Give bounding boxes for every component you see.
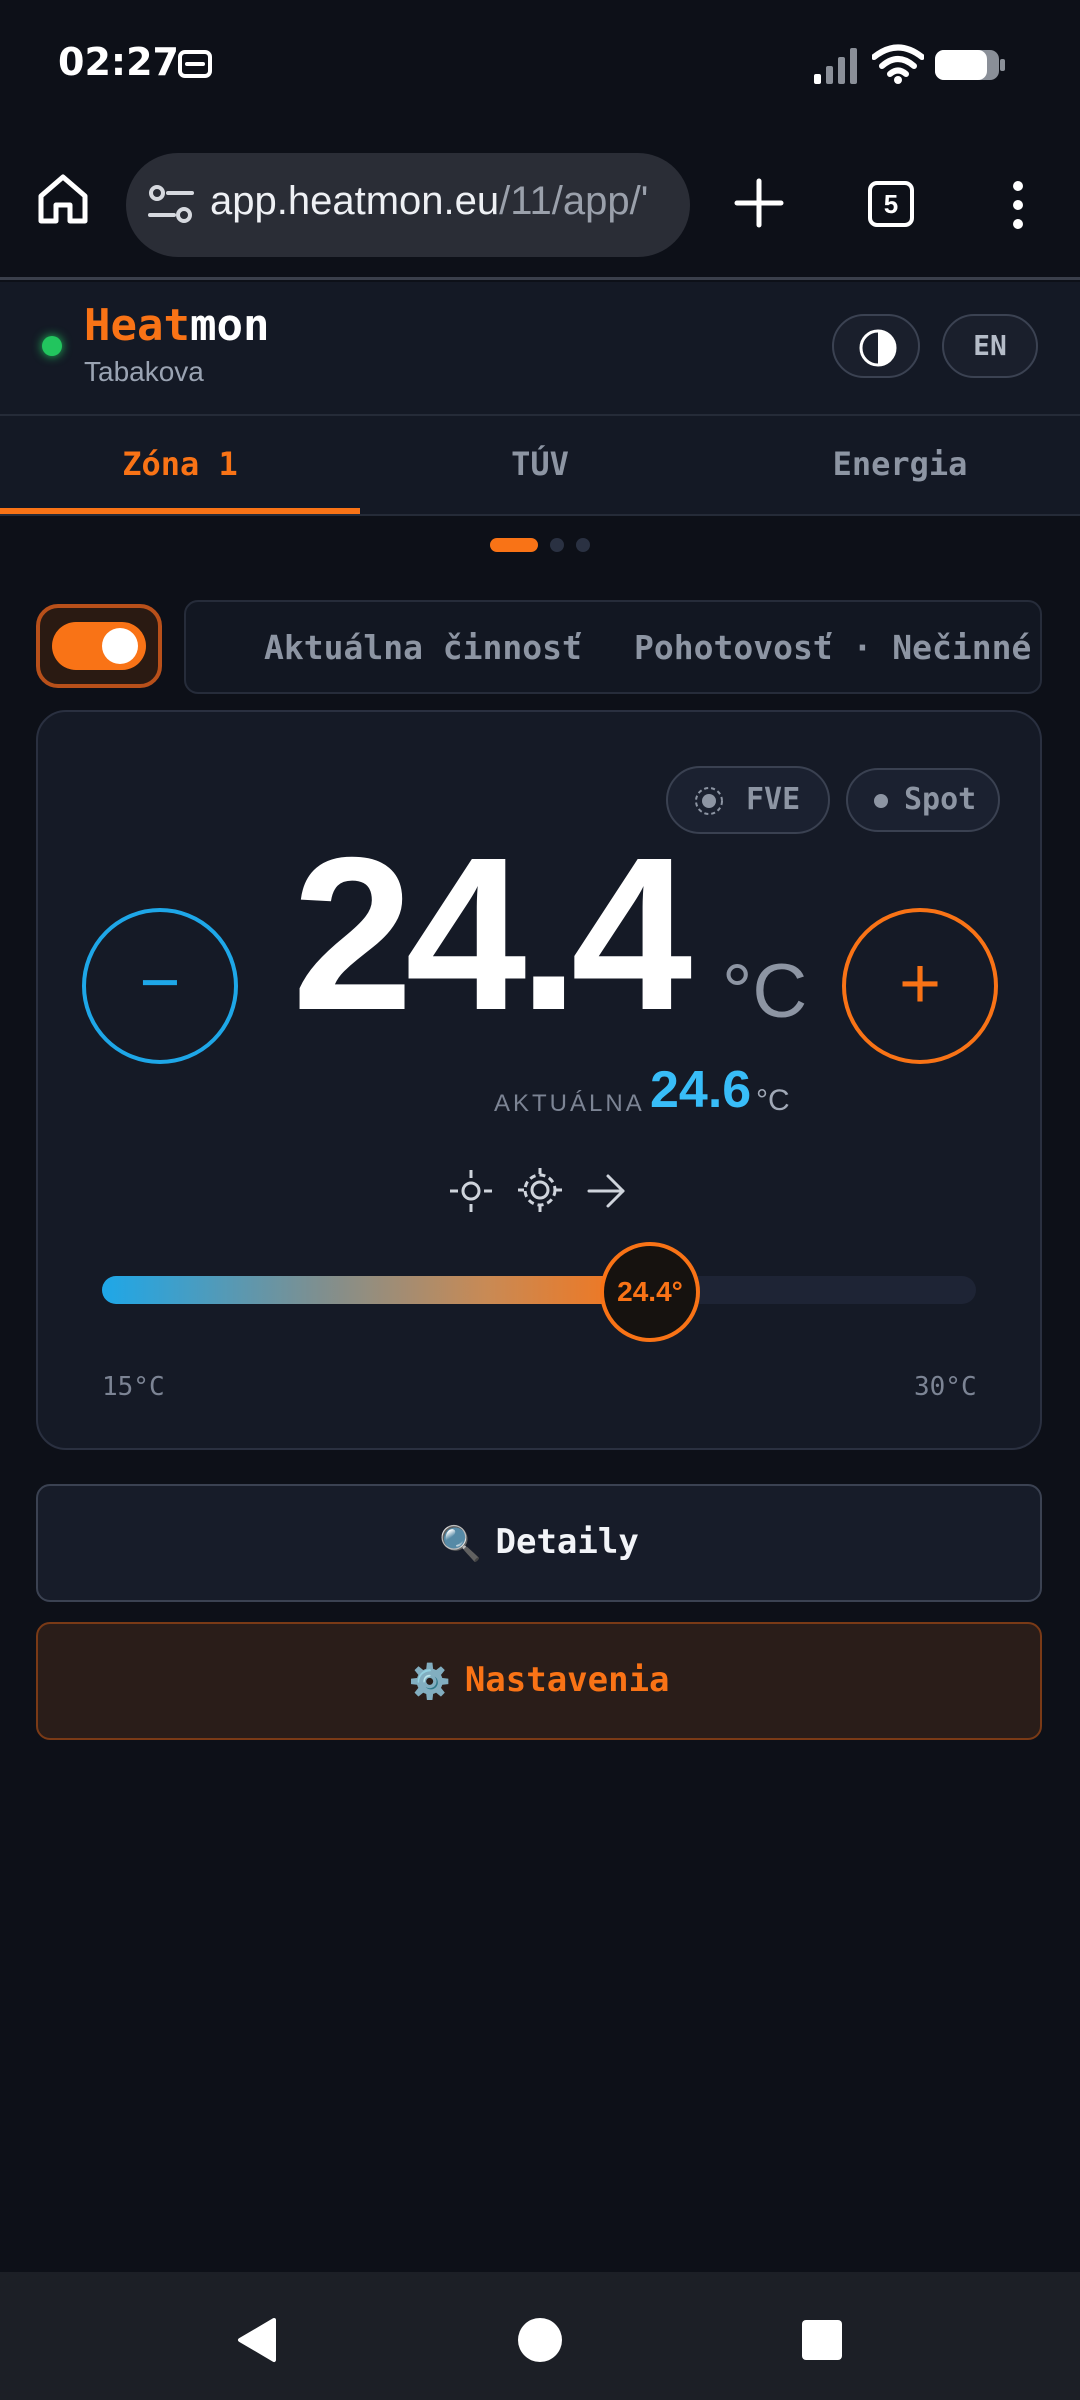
toggle-track: [52, 622, 146, 670]
activity-status-box: Aktuálna činnosť Pohotovosť · Nečinné: [184, 600, 1042, 694]
decrease-temp-button[interactable]: −: [82, 908, 238, 1064]
zone-power-toggle[interactable]: [36, 604, 162, 688]
wifi-icon: [872, 44, 924, 84]
slider-thumb[interactable]: 24.4°: [600, 1242, 700, 1342]
brand-heat: Heat: [84, 300, 190, 351]
url-bar[interactable]: app.heatmon.eu/11/app/': [126, 153, 690, 257]
kebab-menu-icon[interactable]: [1006, 180, 1030, 230]
tab-switcher-button[interactable]: 5: [868, 181, 914, 227]
plus-icon[interactable]: [734, 178, 784, 228]
battery-icon: [935, 50, 1005, 80]
spot-dot: [874, 794, 888, 808]
setpoint-temperature: 24.4: [292, 813, 692, 1056]
current-temp-label: AKTUÁLNA: [494, 1090, 645, 1117]
current-temp-value: 24.6: [650, 1061, 752, 1119]
url-host: app.heatmon.eu: [210, 179, 500, 223]
fve-label: FVE: [746, 782, 801, 817]
zone-tabs: Zóna 1 TÚV Energia: [0, 416, 1080, 516]
details-label: Detaily: [495, 1522, 639, 1562]
thermostat-card: FVE Spot − + 24.4 °C AKTUÁLNA 24.6 °C 24…: [36, 710, 1042, 1450]
tab-tuv[interactable]: TÚV: [360, 416, 720, 516]
slider-min-label: 15°C: [102, 1372, 165, 1402]
fve-chip[interactable]: FVE: [666, 766, 830, 834]
arrow-right-icon[interactable]: [586, 1170, 628, 1212]
url-path: /11/app/': [499, 179, 649, 223]
settings-button[interactable]: ⚙️ Nastavenia: [36, 1622, 1042, 1740]
brand-logo: Heatmon: [84, 300, 269, 351]
current-temp-unit: °C: [756, 1084, 790, 1117]
slider-max-label: 30°C: [914, 1372, 977, 1402]
activity-status: Pohotovosť · Nečinné: [634, 628, 1032, 667]
tab-zona-1[interactable]: Zóna 1: [0, 416, 360, 516]
cell-signal-icon: [814, 48, 857, 84]
online-status-dot: [42, 336, 62, 356]
wallet-icon: [178, 50, 212, 78]
page-dot: [576, 538, 590, 552]
sun-icon[interactable]: [448, 1168, 494, 1214]
back-icon[interactable]: [234, 2316, 278, 2364]
active-tab-indicator: [0, 508, 360, 514]
magnifier-icon: 🔍: [439, 1523, 482, 1564]
tab-energia[interactable]: Energia: [720, 416, 1080, 516]
home-icon[interactable]: [36, 172, 90, 226]
url-text[interactable]: app.heatmon.eu/11/app/': [210, 179, 648, 224]
theme-toggle-button[interactable]: [832, 314, 920, 378]
page-dot: [550, 538, 564, 552]
page-indicator: [490, 538, 590, 552]
recents-icon[interactable]: [802, 2320, 842, 2360]
gear-icon[interactable]: [516, 1166, 564, 1214]
site-name: Tabakova: [84, 356, 204, 387]
language-button[interactable]: EN: [942, 314, 1038, 378]
increase-temp-button[interactable]: +: [842, 908, 998, 1064]
spot-chip[interactable]: Spot: [846, 768, 1000, 832]
page-dot-active: [490, 538, 538, 552]
brand-mon: mon: [189, 300, 270, 351]
contrast-icon: [859, 329, 897, 367]
details-button[interactable]: 🔍 Detaily: [36, 1484, 1042, 1602]
system-nav-bar: [0, 2272, 1080, 2400]
status-time: 02:27: [58, 40, 179, 84]
settings-label: Nastavenia: [464, 1660, 670, 1700]
site-settings-icon[interactable]: [148, 183, 194, 227]
sun-icon: [695, 787, 723, 815]
slider-fill: [102, 1276, 650, 1304]
gear-icon: ⚙️: [408, 1661, 451, 1702]
temperature-slider[interactable]: [102, 1276, 976, 1304]
spot-label: Spot: [904, 782, 977, 817]
toggle-knob: [102, 628, 138, 664]
setpoint-unit: °C: [722, 949, 808, 1034]
home-circle-icon[interactable]: [518, 2318, 562, 2362]
activity-label: Aktuálna činnosť: [264, 628, 582, 667]
